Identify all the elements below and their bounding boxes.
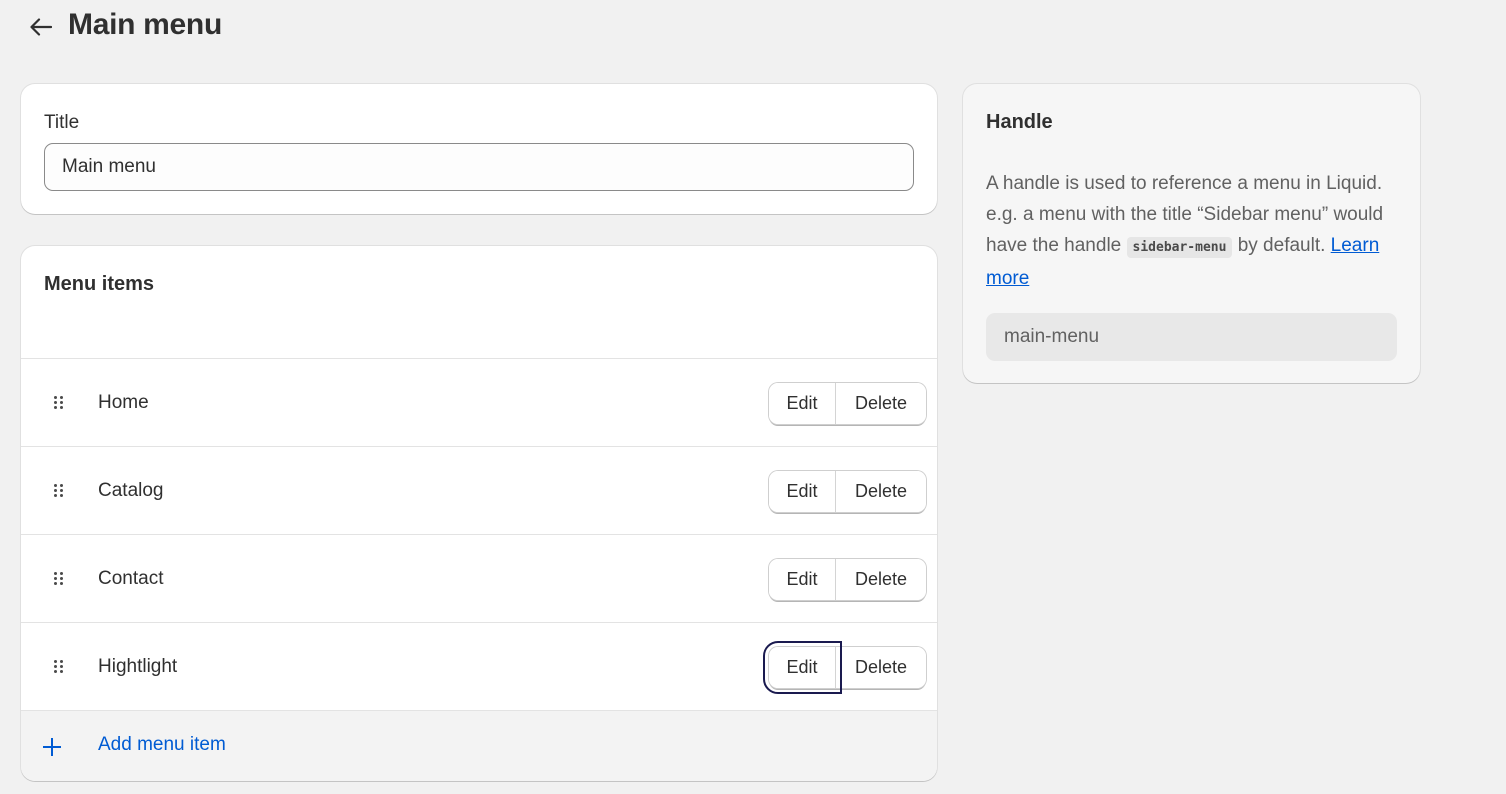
- page-title: Main menu: [68, 8, 222, 41]
- handle-heading: Handle: [986, 111, 1053, 133]
- handle-card: Handle A handle is used to reference a m…: [963, 84, 1420, 383]
- handle-description: A handle is used to reference a menu in …: [986, 168, 1396, 294]
- delete-button[interactable]: Delete: [836, 559, 926, 600]
- delete-button[interactable]: Delete: [836, 647, 926, 688]
- edit-button[interactable]: Edit: [769, 471, 836, 512]
- menu-item-actions: Edit Delete: [769, 471, 926, 512]
- drag-handle-icon[interactable]: [52, 659, 66, 675]
- menu-items-list: Home Edit Delete Catalog Edit Delete Con…: [21, 358, 937, 710]
- menu-item-row: Hightlight Edit Delete: [21, 622, 937, 710]
- menu-item-row: Home Edit Delete: [21, 358, 937, 446]
- menu-items-card: Menu items Home Edit Delete Catalog Edit…: [21, 246, 937, 781]
- drag-handle-icon[interactable]: [52, 571, 66, 587]
- plus-icon: [43, 738, 61, 756]
- handle-input[interactable]: [986, 313, 1397, 361]
- edit-button[interactable]: Edit: [769, 383, 836, 424]
- title-input[interactable]: [44, 143, 914, 191]
- menu-item-label: Contact: [98, 568, 164, 589]
- menu-item-row: Catalog Edit Delete: [21, 446, 937, 534]
- title-card: Title: [21, 84, 937, 214]
- menu-item-row: Contact Edit Delete: [21, 534, 937, 622]
- delete-button[interactable]: Delete: [836, 471, 926, 512]
- back-button[interactable]: [26, 12, 56, 42]
- handle-description-text-end: by default.: [1232, 235, 1331, 256]
- edit-button[interactable]: Edit: [763, 641, 842, 694]
- page: Main menu Title Menu items Home Edit Del…: [0, 0, 1506, 794]
- drag-handle-icon[interactable]: [52, 483, 66, 499]
- menu-item-actions: Edit Delete: [769, 559, 926, 600]
- add-menu-item-button[interactable]: Add menu item: [21, 710, 937, 781]
- title-field-label: Title: [44, 112, 80, 133]
- menu-items-heading: Menu items: [44, 273, 155, 295]
- arrow-left-icon: [30, 18, 52, 36]
- menu-item-actions: Edit Delete: [763, 641, 926, 694]
- add-menu-item-label: Add menu item: [98, 734, 226, 755]
- menu-item-actions: Edit Delete: [769, 383, 926, 424]
- menu-item-label: Catalog: [98, 480, 164, 501]
- drag-handle-icon[interactable]: [52, 395, 66, 411]
- menu-item-label: Home: [98, 392, 149, 413]
- delete-button[interactable]: Delete: [836, 383, 926, 424]
- menu-item-label: Hightlight: [98, 656, 178, 677]
- handle-example-code: sidebar-menu: [1126, 237, 1233, 258]
- edit-button[interactable]: Edit: [769, 559, 836, 600]
